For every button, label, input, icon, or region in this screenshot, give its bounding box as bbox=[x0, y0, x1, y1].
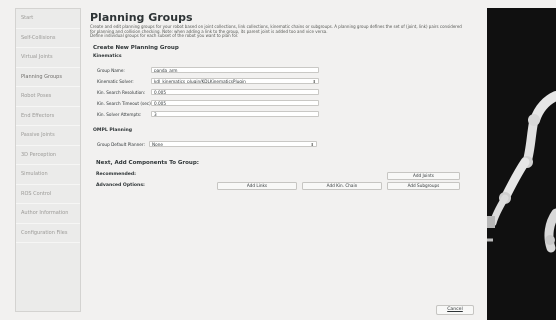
group-default-planner-select[interactable]: None ⬍ bbox=[149, 140, 317, 147]
add-components-heading: Next, Add Components To Group: bbox=[96, 160, 199, 166]
add-links-button[interactable]: Add Links bbox=[217, 181, 297, 190]
recommended-label: Recommended: bbox=[96, 172, 137, 177]
kinematics-heading: Kinematics bbox=[93, 54, 122, 59]
sidebar-item-virtual-joints[interactable]: Virtual Joints bbox=[16, 48, 80, 68]
description-line: Define individual groups for each subset… bbox=[90, 33, 239, 39]
robot-3d-viewer[interactable] bbox=[487, 8, 556, 320]
add-joints-button[interactable]: Add Joints bbox=[387, 171, 460, 180]
kin-search-resolution-field[interactable]: 0.005 bbox=[151, 88, 319, 95]
cancel-button[interactable]: Cancel bbox=[436, 305, 474, 315]
sidebar-item-self-collisions[interactable]: Self-Collisions bbox=[16, 29, 80, 48]
sidebar-item-planning-groups[interactable]: Planning Groups bbox=[16, 68, 80, 87]
kinematic-solver-select[interactable]: kdl_kinematics_plugin/KDLKinematicsPlugi… bbox=[151, 77, 319, 84]
ompl-planning-heading: OMPL Planning bbox=[93, 128, 133, 133]
advanced-options-label: Advanced Options: bbox=[96, 183, 145, 188]
group-default-planner-value: None bbox=[152, 141, 163, 147]
sidebar-item-start[interactable]: Start bbox=[16, 9, 80, 29]
sidebar-item-ros-control[interactable]: ROS Control bbox=[16, 185, 80, 204]
sidebar-item-end-effectors[interactable]: End Effectors bbox=[16, 107, 80, 126]
setup-steps-sidebar: Start Self-Collisions Virtual Joints Pla… bbox=[15, 8, 81, 312]
kin-search-timeout-field[interactable]: 0.005 bbox=[151, 99, 319, 106]
page-title: Planning Groups bbox=[90, 11, 193, 24]
sidebar-item-author-information[interactable]: Author Information bbox=[16, 204, 80, 224]
updown-arrow-icon: ⬍ bbox=[312, 78, 316, 84]
panda-robot-model bbox=[487, 91, 556, 253]
group-default-planner-label: Group Default Planner: bbox=[97, 142, 145, 147]
kin-search-resolution-label: Kin. Search Resolution: bbox=[97, 90, 146, 95]
group-name-label: Group Name: bbox=[97, 68, 125, 73]
group-name-field[interactable]: panda_arm bbox=[151, 66, 319, 73]
sidebar-item-passive-joints[interactable]: Passive Joints bbox=[16, 126, 80, 146]
create-group-heading: Create New Planning Group bbox=[93, 45, 179, 51]
sidebar-item-3d-perception[interactable]: 3D Perception bbox=[16, 146, 80, 165]
planning-groups-panel: Planning Groups Create and edit planning… bbox=[87, 8, 481, 312]
kin-search-timeout-label: Kin. Search Timeout (sec): bbox=[97, 101, 153, 106]
add-kin-chain-button[interactable]: Add Kin. Chain bbox=[302, 181, 382, 190]
kin-solver-attempts-field[interactable]: 3 bbox=[151, 110, 319, 117]
updown-arrow-icon: ⬍ bbox=[310, 141, 314, 147]
sidebar-item-configuration-files[interactable]: Configuration Files bbox=[16, 224, 80, 243]
sidebar-item-simulation[interactable]: Simulation bbox=[16, 165, 80, 185]
sidebar-item-robot-poses[interactable]: Robot Poses bbox=[16, 87, 80, 107]
kinematic-solver-value: kdl_kinematics_plugin/KDLKinematicsPlugi… bbox=[154, 78, 246, 84]
page-description: Create and edit planning groups for your… bbox=[90, 24, 480, 39]
add-subgroups-button[interactable]: Add Subgroups bbox=[387, 181, 460, 190]
kinematic-solver-label: Kinematic Solver: bbox=[97, 79, 134, 84]
kin-solver-attempts-label: Kin. Solver Attempts: bbox=[97, 112, 142, 117]
